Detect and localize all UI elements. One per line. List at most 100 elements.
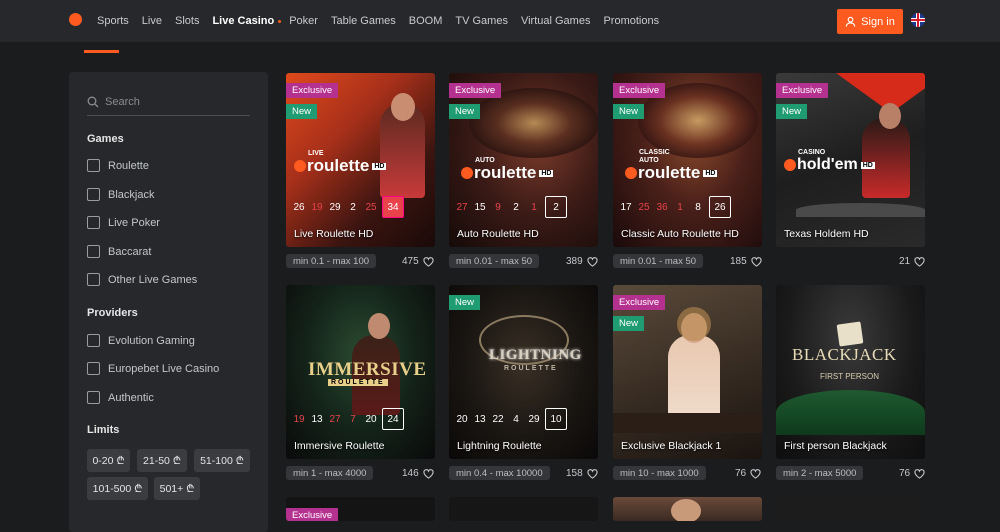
- nav-item-table-games[interactable]: Table Games: [331, 15, 396, 27]
- game-card-partial[interactable]: [613, 497, 762, 521]
- recent-number: 2: [513, 201, 519, 213]
- game-logo-sub: FIRST PERSON: [820, 372, 879, 381]
- limit-chip[interactable]: 51-100 ₾: [194, 449, 250, 472]
- nav-item-virtual-games[interactable]: Virtual Games: [521, 15, 591, 27]
- checkbox[interactable]: [87, 245, 100, 258]
- bet-limit: min 2 - max 5000: [776, 466, 864, 480]
- checkbox-label: Baccarat: [108, 245, 152, 258]
- filter-blackjack[interactable]: Blackjack: [87, 188, 154, 201]
- sign-in-button[interactable]: Sign in: [837, 9, 903, 34]
- player-count-value: 475: [402, 256, 419, 267]
- bet-limit: min 0.01 - max 50: [613, 254, 704, 268]
- checkbox[interactable]: [87, 362, 100, 375]
- filter-other-live-games[interactable]: Other Live Games: [87, 273, 197, 286]
- game-title: Classic Auto Roulette HD: [621, 228, 739, 240]
- checkbox[interactable]: [87, 159, 100, 172]
- game-card-live-roulette-hd[interactable]: Exclusive New LIVE roulette HD 26 19 29 2…: [286, 73, 435, 247]
- heart-icon[interactable]: [750, 468, 761, 479]
- bet-limit: min 0.01 - max 50: [449, 254, 540, 268]
- heart-icon[interactable]: [587, 256, 598, 267]
- nav-item-live-casino[interactable]: Live Casino: [212, 15, 281, 27]
- player-count: 21: [899, 256, 925, 267]
- new-badge: New: [286, 104, 318, 119]
- search-icon: [87, 96, 99, 107]
- exclusive-badge: Exclusive: [449, 83, 502, 98]
- filter-europebet-live-casino[interactable]: Europebet Live Casino: [87, 362, 219, 375]
- recent-number: 19: [293, 413, 305, 425]
- recent-number: 9: [495, 201, 501, 213]
- exclusive-badge: Exclusive: [613, 83, 666, 98]
- recent-number: 4: [513, 413, 519, 425]
- game-title: Live Roulette HD: [294, 228, 374, 240]
- site-logo[interactable]: [69, 13, 82, 26]
- limit-chip[interactable]: 21-50 ₾: [137, 449, 187, 472]
- heart-icon[interactable]: [423, 468, 434, 479]
- new-badge: New: [613, 104, 645, 119]
- game-card-auto-roulette-hd[interactable]: Exclusive New AUTO roulette HD 27 15 9 2 …: [449, 73, 598, 247]
- heart-icon[interactable]: [423, 256, 434, 267]
- nav-item-live[interactable]: Live: [142, 15, 162, 27]
- new-badge: New: [776, 104, 808, 119]
- heart-icon[interactable]: [587, 468, 598, 479]
- uk-flag-icon[interactable]: [911, 13, 925, 27]
- filter-baccarat[interactable]: Baccarat: [87, 245, 151, 258]
- player-count-value: 185: [730, 256, 747, 267]
- search-input[interactable]: Search: [87, 88, 250, 116]
- filter-sidebar: Search Games Roulette Blackjack Live Pok…: [69, 72, 268, 532]
- heart-icon[interactable]: [751, 256, 762, 267]
- limit-chip[interactable]: 101-500 ₾: [87, 477, 148, 500]
- player-count-value: 158: [566, 468, 583, 479]
- checkbox[interactable]: [87, 273, 100, 286]
- lari-icon: ₾: [235, 454, 244, 467]
- nav-item-sports[interactable]: Sports: [97, 15, 129, 27]
- new-badge: New: [449, 104, 481, 119]
- checkbox[interactable]: [87, 188, 100, 201]
- recent-numbers: 19 13 27 7 20 24: [290, 408, 404, 430]
- nav-item-tv-games[interactable]: TV Games: [455, 15, 508, 27]
- active-subtab-indicator: [84, 50, 119, 53]
- limit-chip[interactable]: 501+ ₾: [154, 477, 200, 500]
- games-section-title: Games: [87, 133, 124, 145]
- recent-number: 22: [492, 413, 504, 425]
- new-badge: New: [449, 295, 481, 310]
- checkbox-label: Evolution Gaming: [108, 334, 195, 347]
- game-logo-top: CASINO: [798, 149, 826, 156]
- filter-live-poker[interactable]: Live Poker: [87, 216, 160, 229]
- game-card-exclusive-blackjack-1[interactable]: Exclusive New Exclusive Blackjack 1: [613, 285, 762, 459]
- game-card-partial[interactable]: [449, 497, 598, 521]
- filter-authentic[interactable]: Authentic: [87, 391, 154, 404]
- game-card-texas-holdem-hd[interactable]: Exclusive New CASINO hold'em HD Texas Hol…: [776, 73, 925, 247]
- recent-numbers: 26 19 29 2 25 34: [290, 196, 404, 218]
- sign-in-label: Sign in: [861, 15, 895, 28]
- game-logo: LIGHTNING: [489, 347, 582, 363]
- player-count: 146: [402, 468, 434, 479]
- heart-icon[interactable]: [914, 256, 925, 267]
- logo-dot-icon: [461, 167, 473, 179]
- limit-chip[interactable]: 0-20 ₾: [87, 449, 130, 472]
- game-card-immersive-roulette[interactable]: IMMERSIVE ROULETTE 19 13 27 7 20 24 Imme…: [286, 285, 435, 459]
- providers-section-title: Providers: [87, 307, 138, 319]
- filter-evolution-gaming[interactable]: Evolution Gaming: [87, 334, 195, 347]
- filter-roulette[interactable]: Roulette: [87, 159, 149, 172]
- limit-chip-label: 51-100: [200, 454, 233, 467]
- checkbox[interactable]: [87, 334, 100, 347]
- game-card-first-person-blackjack[interactable]: BLACKJACK FIRST PERSON First person Blac…: [776, 285, 925, 459]
- game-card-partial[interactable]: Exclusive: [286, 497, 435, 521]
- nav-item-promotions[interactable]: Promotions: [603, 15, 659, 27]
- game-card-classic-auto-roulette-hd[interactable]: Exclusive New CLASSIC AUTO roulette HD 17…: [613, 73, 762, 247]
- recent-number: 27: [456, 201, 468, 213]
- player-count: 389: [566, 256, 598, 267]
- recent-number: 29: [528, 413, 540, 425]
- checkbox[interactable]: [87, 391, 100, 404]
- lari-icon: ₾: [186, 482, 195, 495]
- recent-number: 15: [474, 201, 486, 213]
- nav-item-slots[interactable]: Slots: [175, 15, 199, 27]
- game-card-partial[interactable]: [776, 497, 925, 521]
- game-card-lightning-roulette[interactable]: LIGHTNING ROULETTE New 20 13 22 4 29 10 …: [449, 285, 598, 459]
- heart-icon[interactable]: [914, 468, 925, 479]
- game-logo: BLACKJACK: [792, 345, 897, 364]
- nav-item-poker[interactable]: Poker: [289, 15, 318, 27]
- checkbox[interactable]: [87, 216, 100, 229]
- nav-item-boom[interactable]: BOOM: [409, 15, 443, 27]
- lari-icon: ₾: [116, 454, 125, 467]
